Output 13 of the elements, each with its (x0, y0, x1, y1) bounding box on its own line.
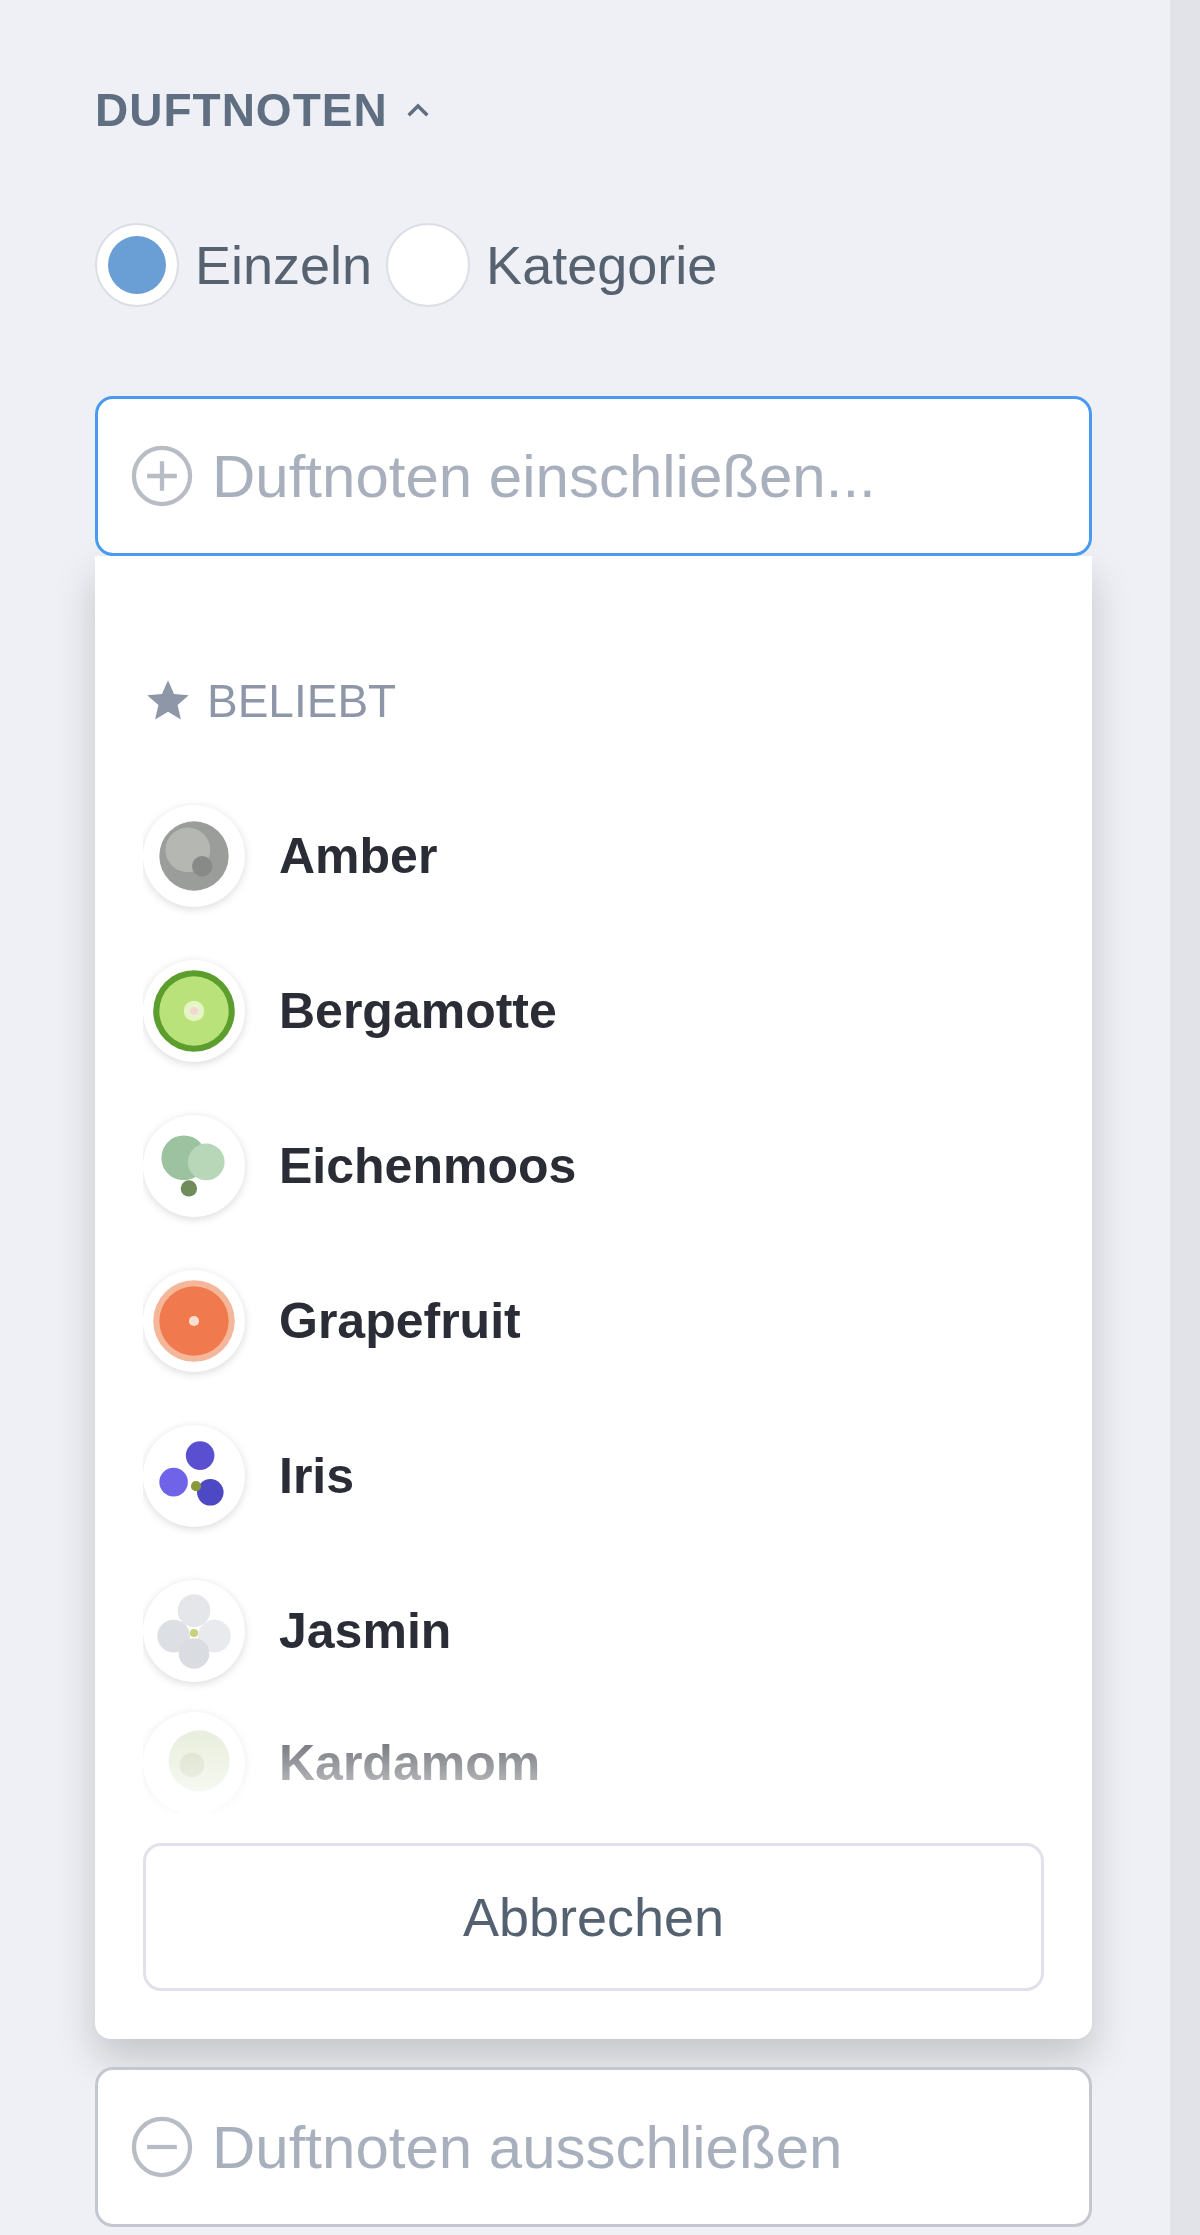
option-item[interactable]: Bergamotte (279, 981, 557, 1040)
option-item[interactable]: Eichenmoos (279, 1136, 577, 1195)
radio-label: Kategorie (486, 234, 718, 296)
option-item[interactable]: Grapefruit (279, 1291, 521, 1350)
include-field[interactable]: Duftnoten einschließen... (95, 396, 1092, 556)
cancel-button[interactable]: Abbrechen (143, 1843, 1044, 1991)
option-item[interactable]: Jasmin (279, 1601, 452, 1660)
exclude-field[interactable]: Duftnoten ausschließen (95, 2067, 1092, 2227)
option-item[interactable]: Iris (279, 1446, 355, 1505)
option-item[interactable]: Amber (279, 826, 438, 885)
group-title: BELIEBT (207, 674, 397, 728)
section-title: DUFTNOTEN (95, 83, 388, 137)
radio-label: Einzeln (195, 234, 373, 296)
